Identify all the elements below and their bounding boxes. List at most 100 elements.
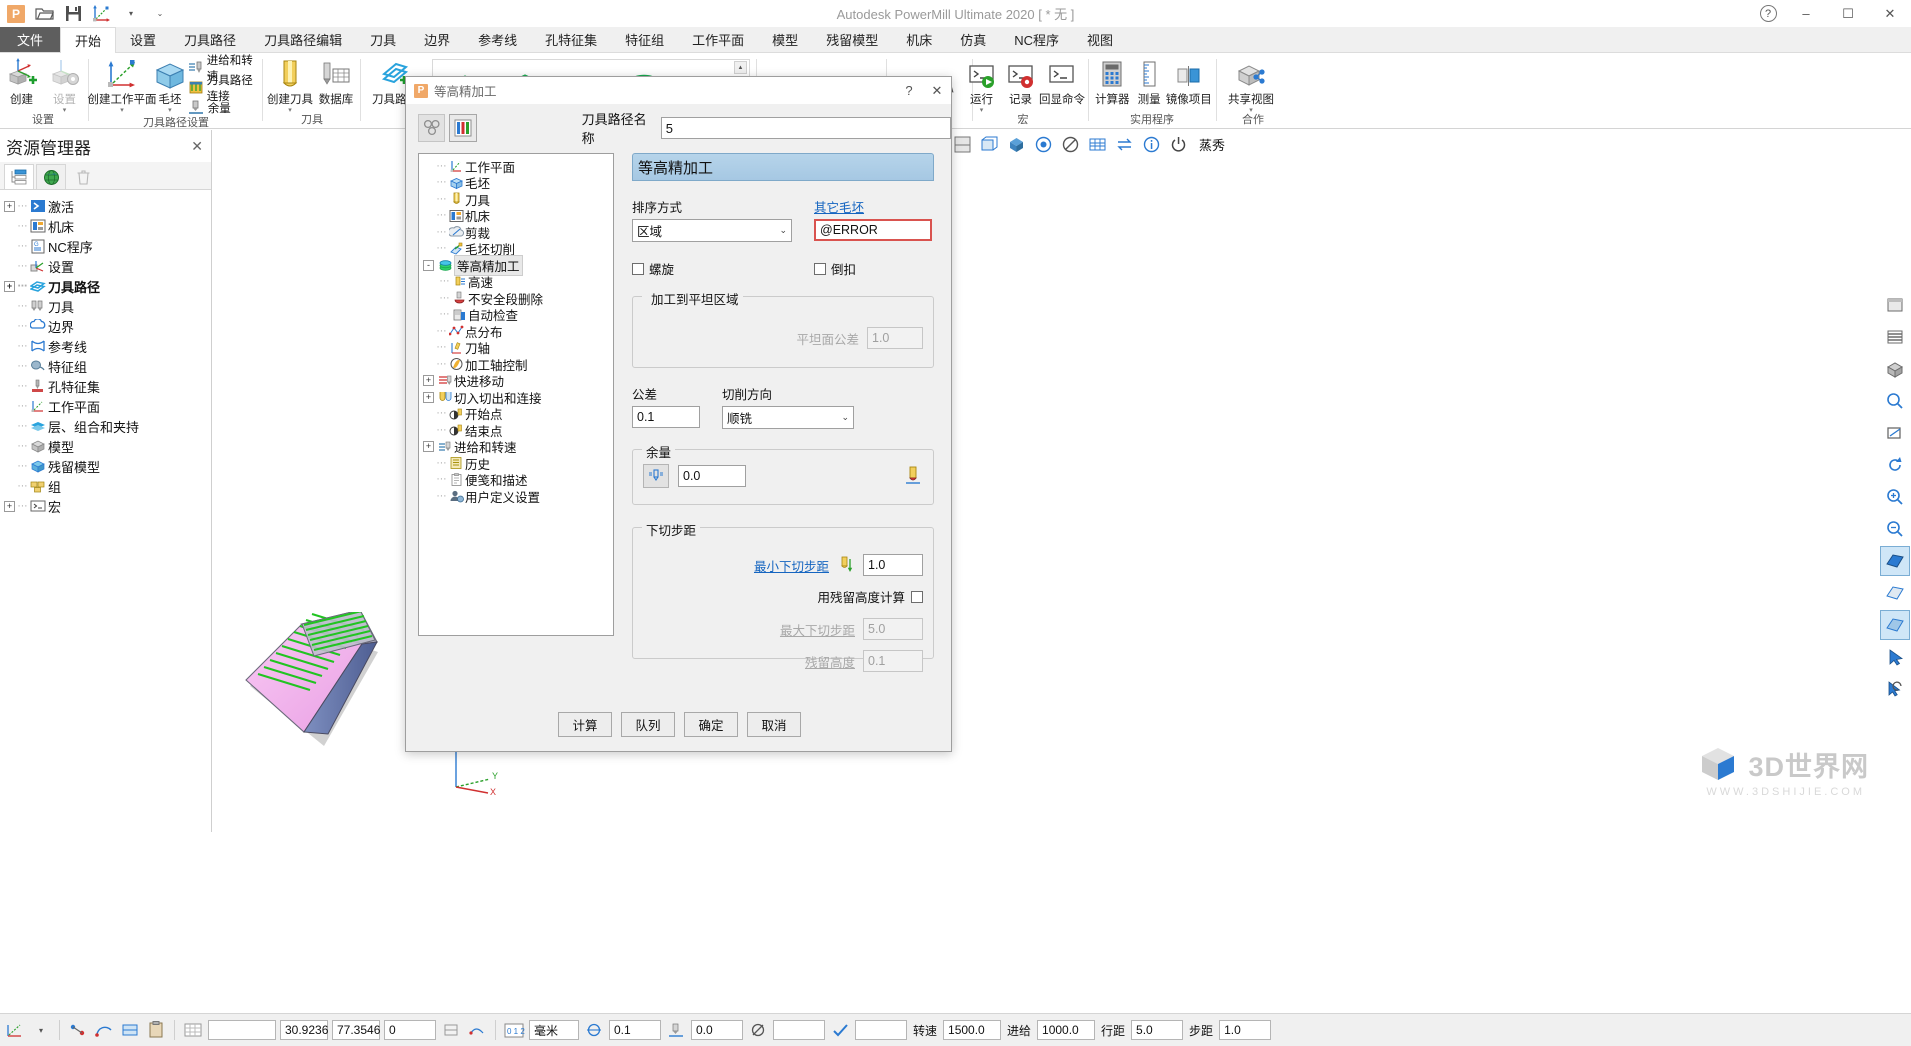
tree-item-levels-sets[interactable]: ⋯ 层、组合和夹持 (4, 416, 211, 436)
tree-item-setup[interactable]: ⋯ 设置 (4, 256, 211, 276)
view-layers-icon[interactable] (1880, 322, 1910, 352)
dialog-tree-item-constant-z-finishing[interactable]: - 等高精加工 (423, 254, 613, 276)
cut-direction-select[interactable]: 顺铣 ⌄ (722, 406, 854, 429)
undercut-checkbox[interactable]: 倒扣 (814, 259, 932, 278)
unit-field[interactable]: 毫米 (529, 1020, 579, 1040)
expand-icon[interactable]: + (4, 280, 15, 292)
dialog-tree-item-start-point[interactable]: ⋯ 开始点 (423, 406, 613, 422)
shaded-view-icon[interactable] (952, 134, 972, 154)
check-icon[interactable] (829, 1019, 851, 1041)
use-cusp-checkbox[interactable] (911, 590, 923, 603)
max-stepdown-link[interactable]: 最大下切步距 (780, 620, 855, 639)
tool-database-button[interactable]: 数据库 (314, 56, 358, 107)
block-button[interactable]: 毛坯 ▾ (152, 56, 188, 114)
help-icon[interactable]: ? (1751, 0, 1785, 27)
arrow-tool-icon[interactable] (1880, 642, 1910, 672)
tree-item-group[interactable]: ⋯ 组 (4, 476, 211, 496)
measure-button[interactable]: 测量 (1133, 56, 1166, 107)
window-controls[interactable]: ? – ☐ ✕ (1751, 0, 1911, 27)
toolpath-name-input[interactable]: 5 (660, 117, 952, 139)
arrow-undo-icon[interactable] (1880, 674, 1910, 704)
dialog-close-button[interactable]: ✕ (923, 77, 951, 104)
expand-icon[interactable]: + (4, 200, 15, 212)
tab-tool[interactable]: 刀具 (356, 27, 410, 52)
dialog-toolbar[interactable]: 刀具路径名称 5 (406, 104, 952, 153)
record-macro-button[interactable]: 记录 (1001, 56, 1040, 107)
expand-icon[interactable]: + (423, 391, 434, 403)
chevron-down-icon[interactable]: ▾ (288, 107, 292, 114)
chevron-down-icon[interactable]: ▾ (980, 107, 984, 114)
flat-tolerance-input[interactable]: 1.0 (867, 327, 923, 349)
dialog-tree-item-machine-axis-control[interactable]: ⋯ 加工轴控制 (423, 356, 613, 373)
dialog-tree-item-machine[interactable]: ⋯ 机床 (423, 208, 613, 224)
stepover-field[interactable]: 5.0 (1131, 1020, 1184, 1040)
solid-view-icon[interactable] (1006, 134, 1026, 154)
chevron-down-icon[interactable]: ⌄ (779, 225, 787, 236)
echo-command-button[interactable]: 回显命令 (1039, 56, 1085, 107)
expand-icon[interactable]: + (423, 375, 434, 387)
constant-z-finishing-dialog[interactable]: P 等高精加工 ? ✕ 刀具路径名称 5 ⋯ 工作平面 ⋯ 毛坯 ⋯ 刀具 ⋯ … (405, 76, 952, 752)
create-tool-button[interactable]: 创建刀具 ▾ (266, 56, 314, 114)
tree-item-model[interactable]: ⋯ 模型 (4, 436, 211, 456)
axial-thickness-icon[interactable] (903, 465, 923, 487)
ok-button[interactable]: 确定 (684, 712, 738, 737)
thickness-input[interactable]: 0.0 (678, 465, 746, 487)
chevron-down-icon[interactable]: ▾ (30, 1019, 52, 1041)
transparency-icon[interactable] (1033, 134, 1053, 154)
spindle-field[interactable]: 1500.0 (943, 1020, 1002, 1040)
zoom-box-icon[interactable] (1880, 418, 1910, 448)
tree-item-boundary[interactable]: ⋯ 边界 (4, 316, 211, 336)
dialog-tree-item-notes[interactable]: ⋯ 便笺和描述 (423, 472, 613, 488)
tree-item-tool[interactable]: ⋯ 刀具 (4, 296, 211, 316)
snap-icon[interactable] (466, 1019, 488, 1041)
dialog-tree-item-feeds-speeds[interactable]: + 进给和转速 (423, 439, 613, 455)
tree-item-feature-set[interactable]: ⋯ 特征组 (4, 356, 211, 376)
min-stepdown-input[interactable]: 1.0 (863, 554, 923, 576)
dialog-tree-item-point-distribution[interactable]: ⋯ 点分布 (423, 323, 613, 340)
create-workplane-button[interactable]: 创建工作平面 ▾ (88, 56, 157, 114)
queue-button[interactable]: 队列 (621, 712, 675, 737)
explorer-tree[interactable]: + ⋯ 激活 ⋯ 机床 ⋯ G NC程序 ⋯ 设置 + ⋯ 刀具路径 ⋯ 刀具 … (0, 190, 211, 516)
tab-setup[interactable]: 设置 (116, 27, 170, 52)
thickness-button[interactable]: 余量 (188, 98, 260, 117)
tab-pattern[interactable]: 参考线 (464, 27, 531, 52)
expand-icon[interactable]: + (4, 500, 15, 512)
tab-workplane[interactable]: 工作平面 (678, 27, 758, 52)
dialog-page-tree[interactable]: ⋯ 工作平面 ⋯ 毛坯 ⋯ 刀具 ⋯ 机床 ⋯ 剪裁 ⋯ 毛坯切削 - 等高精加… (418, 153, 614, 636)
zoom-fit-icon[interactable] (1880, 386, 1910, 416)
tab-feature-set[interactable]: 特征组 (611, 27, 678, 52)
feed-field[interactable]: 1000.0 (1037, 1020, 1096, 1040)
tab-toolpath[interactable]: 刀具路径 (170, 27, 250, 52)
dialog-tree-item-rapid-move[interactable]: + 快进移动 (423, 373, 613, 389)
view-plane-2-icon[interactable] (1880, 578, 1910, 608)
thickness-icon[interactable] (665, 1019, 687, 1041)
view-plane-blue-icon[interactable] (1880, 546, 1910, 576)
chevron-down-icon[interactable]: ▾ (1249, 107, 1253, 114)
quick-access-toolbar[interactable]: P ▾ ⌄ (0, 4, 170, 24)
coordinate-z-field[interactable]: 0 (384, 1020, 436, 1040)
chevron-down-icon[interactable]: ▾ (121, 4, 141, 24)
cusp-height-input[interactable]: 0.1 (863, 650, 923, 672)
clipboard-icon[interactable] (145, 1019, 167, 1041)
strategy-selector-button[interactable] (449, 114, 477, 142)
min-stepdown-link[interactable]: 最小下切步距 (754, 556, 829, 575)
coordinate-y-field[interactable]: 77.3546 (332, 1020, 380, 1040)
tree-item-pattern[interactable]: ⋯ 参考线 (4, 336, 211, 356)
refresh-view-icon[interactable] (1880, 450, 1910, 480)
reset-strategy-button[interactable] (418, 114, 446, 142)
tab-model[interactable]: 模型 (758, 27, 812, 52)
dialog-tree-item-tool[interactable]: ⋯ 刀具 (423, 191, 613, 208)
dialog-tree-item-block[interactable]: ⋯ 毛坯 (423, 175, 613, 191)
check-field[interactable] (855, 1020, 907, 1040)
save-icon[interactable] (63, 4, 83, 24)
tab-home[interactable]: 开始 (60, 27, 117, 53)
open-icon[interactable] (34, 4, 54, 24)
dialog-tree-item-tool-axis[interactable]: ⋯ 刀轴 (423, 340, 613, 356)
thickness-field[interactable]: 0.0 (691, 1020, 743, 1040)
other-block-input[interactable]: @ERROR (814, 219, 932, 241)
calculator-button[interactable]: 计算器 (1092, 56, 1133, 107)
chevron-down-icon[interactable]: ▾ (168, 107, 172, 114)
explorer-tab-trash[interactable] (68, 164, 98, 189)
dialog-tree-item-trim[interactable]: ⋯ 剪裁 (423, 224, 613, 241)
tree-item-workplane[interactable]: ⋯ 工作平面 (4, 396, 211, 416)
